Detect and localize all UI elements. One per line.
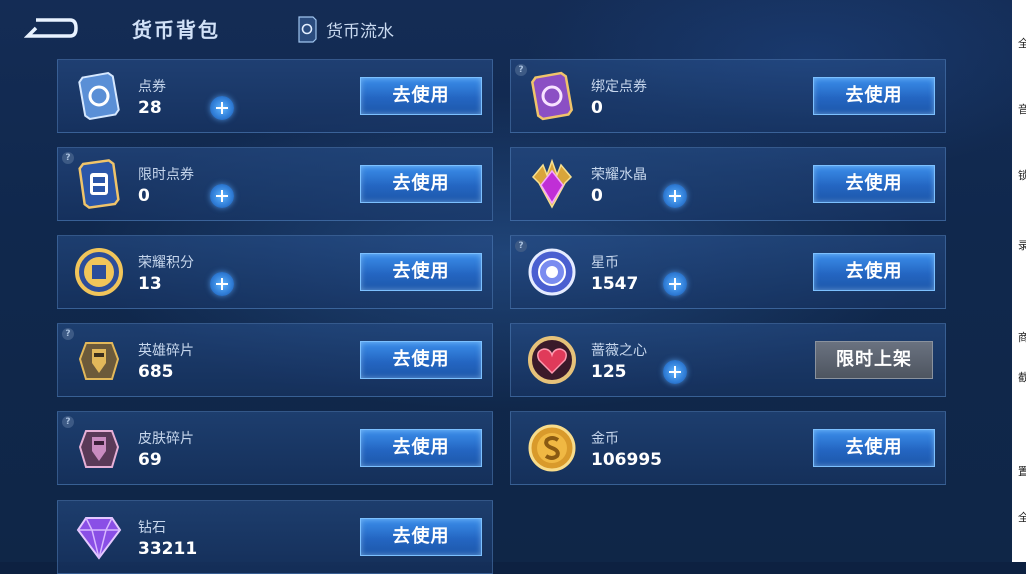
currency-name: 钻石 — [138, 520, 166, 536]
hero-fragment-icon — [78, 342, 120, 380]
currency-flow-button[interactable]: 货币流水 — [296, 14, 394, 44]
currency-name: 金币 — [591, 431, 619, 447]
currency-name: 荣耀积分 — [138, 255, 194, 271]
gold-coin-icon — [528, 424, 576, 472]
currency-name: 蔷薇之心 — [591, 343, 647, 359]
use-button[interactable]: 去使用 — [813, 77, 935, 115]
currency-card: 荣耀积分 13 去使用 — [57, 235, 493, 309]
star-coin-icon — [528, 248, 576, 296]
currency-amount: 1547 — [591, 274, 639, 294]
use-button[interactable]: 去使用 — [360, 341, 482, 379]
currency-amount: 0 — [591, 98, 603, 118]
side-glyph: 锁 — [1018, 169, 1026, 182]
flow-label: 货币流水 — [326, 21, 394, 42]
currency-amount: 28 — [138, 98, 162, 118]
side-glyph: 全 — [1018, 511, 1026, 524]
ticket-icon — [78, 72, 120, 120]
side-glyph: 音 — [1018, 103, 1026, 116]
side-glyph: 全 — [1018, 37, 1026, 50]
skin-fragment-icon — [78, 430, 120, 468]
glory-crystal-icon — [531, 158, 573, 209]
back-arrow-icon[interactable] — [24, 14, 78, 42]
add-plus-icon[interactable] — [663, 360, 687, 384]
diamond-icon — [76, 517, 122, 560]
use-button[interactable]: 去使用 — [360, 77, 482, 115]
currency-amount: 125 — [591, 362, 627, 382]
currency-name: 星币 — [591, 255, 619, 271]
flow-card-icon — [298, 16, 317, 43]
currency-card: ? 皮肤碎片 69 去使用 — [57, 411, 493, 485]
side-glyph: 录 — [1018, 239, 1026, 252]
side-glyph: 截 — [1018, 371, 1026, 384]
currency-amount: 0 — [138, 186, 150, 206]
limited-ticket-icon — [78, 159, 120, 209]
currency-amount: 13 — [138, 274, 162, 294]
currency-amount: 685 — [138, 362, 174, 382]
add-plus-icon[interactable] — [210, 184, 234, 208]
currency-name: 英雄碎片 — [138, 343, 194, 359]
currency-card: ? 绑定点券 0 去使用 — [510, 59, 946, 133]
currency-card: 金币 106995 去使用 — [510, 411, 946, 485]
currency-amount: 33211 — [138, 539, 198, 559]
limited-listing-button[interactable]: 限时上架 — [815, 341, 933, 379]
glory-points-icon — [75, 248, 123, 296]
currency-card: 蔷薇之心 125 限时上架 — [510, 323, 946, 397]
side-panel: 全 音 锁 录 商 截 置 全 — [1012, 0, 1026, 562]
add-plus-icon[interactable] — [210, 272, 234, 296]
use-button[interactable]: 去使用 — [813, 253, 935, 291]
currency-card: ? 英雄碎片 685 去使用 — [57, 323, 493, 397]
use-button[interactable]: 去使用 — [360, 253, 482, 291]
currency-name: 荣耀水晶 — [591, 167, 647, 183]
add-plus-icon[interactable] — [663, 272, 687, 296]
add-plus-icon[interactable] — [210, 96, 234, 120]
currency-card: ? 星币 1547 去使用 — [510, 235, 946, 309]
add-plus-icon[interactable] — [663, 184, 687, 208]
currency-card: 点券 28 去使用 — [57, 59, 493, 133]
use-button[interactable]: 去使用 — [360, 429, 482, 467]
use-button[interactable]: 去使用 — [360, 165, 482, 203]
currency-amount: 106995 — [591, 450, 662, 470]
currency-card: ? 限时点券 0 去使用 — [57, 147, 493, 221]
side-glyph: 置 — [1018, 465, 1026, 478]
currency-name: 限时点券 — [138, 167, 194, 183]
currency-card: 钻石 33211 去使用 — [57, 500, 493, 574]
side-glyph: 商 — [1018, 331, 1026, 344]
page-title: 货币背包 — [132, 18, 220, 42]
bound-ticket-icon — [530, 71, 574, 121]
use-button[interactable]: 去使用 — [813, 429, 935, 467]
currency-name: 绑定点券 — [591, 79, 647, 95]
currency-name: 皮肤碎片 — [138, 431, 194, 447]
currency-amount: 0 — [591, 186, 603, 206]
currency-amount: 69 — [138, 450, 162, 470]
use-button[interactable]: 去使用 — [813, 165, 935, 203]
currency-card: 荣耀水晶 0 去使用 — [510, 147, 946, 221]
rose-heart-icon — [528, 336, 576, 384]
use-button[interactable]: 去使用 — [360, 518, 482, 556]
currency-name: 点券 — [138, 79, 166, 95]
